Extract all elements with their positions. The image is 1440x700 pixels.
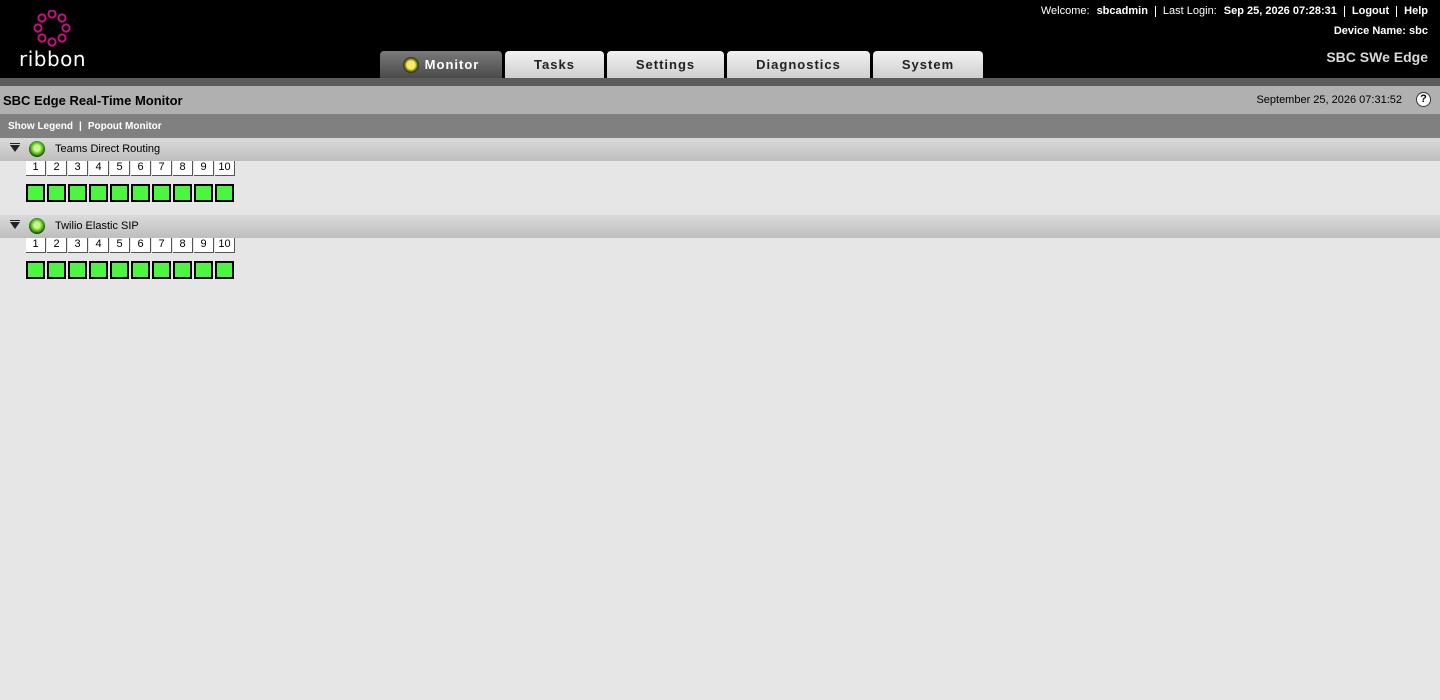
- action-separator: |: [79, 121, 82, 132]
- channel-status-box[interactable]: [152, 184, 171, 202]
- divider: [1154, 5, 1156, 17]
- monitor-status-icon: [402, 56, 419, 73]
- channel-number: 3: [68, 238, 88, 253]
- tab-settings-label: Settings: [635, 57, 696, 72]
- popout-monitor-link[interactable]: Popout Monitor: [88, 121, 162, 132]
- tab-monitor[interactable]: Monitor: [380, 51, 502, 78]
- channel-number-row: 1 2 3 4 5 6 7 8 9 10: [26, 161, 236, 176]
- channel-status-box[interactable]: [26, 261, 45, 279]
- channel-number: 6: [131, 161, 151, 176]
- collapse-toggle-icon[interactable]: [10, 143, 20, 152]
- logout-link[interactable]: Logout: [1352, 5, 1389, 17]
- tab-monitor-label: Monitor: [424, 57, 480, 72]
- channel-status-box[interactable]: [47, 184, 66, 202]
- channel-status-box[interactable]: [215, 261, 234, 279]
- channel-number: 6: [131, 238, 151, 253]
- channel-number-row: 1 2 3 4 5 6 7 8 9 10: [26, 238, 236, 253]
- channel-status-box[interactable]: [26, 184, 45, 202]
- channel-status-box[interactable]: [89, 261, 108, 279]
- channel-number: 4: [89, 161, 109, 176]
- channel-status-box[interactable]: [68, 261, 87, 279]
- help-link[interactable]: Help: [1404, 5, 1428, 17]
- channel-number: 8: [173, 161, 193, 176]
- title-bar: SBC Edge Real-Time Monitor September 25,…: [0, 86, 1440, 114]
- channel-status-box[interactable]: [152, 261, 171, 279]
- channel-status-row: [26, 184, 236, 202]
- device-name: Device Name: sbc: [1334, 25, 1428, 37]
- channel-status-box[interactable]: [110, 184, 129, 202]
- tab-tasks-label: Tasks: [534, 57, 575, 72]
- channel-status-box[interactable]: [173, 261, 192, 279]
- channel-status-box[interactable]: [194, 261, 213, 279]
- channel-status-box[interactable]: [89, 184, 108, 202]
- channel-status-box[interactable]: [131, 184, 150, 202]
- channel-number: 5: [110, 161, 130, 176]
- current-datetime: September 25, 2026 07:31:52: [1256, 94, 1402, 106]
- product-name: SBC SWe Edge: [1326, 49, 1428, 65]
- device-name-value: sbc: [1409, 25, 1428, 37]
- channel-status-box[interactable]: [68, 184, 87, 202]
- channel-number: 1: [26, 238, 46, 253]
- channel-number: 4: [89, 238, 109, 253]
- action-bar: Show Legend | Popout Monitor: [0, 114, 1440, 139]
- tab-tasks[interactable]: Tasks: [505, 51, 604, 78]
- channel-number: 7: [152, 238, 172, 253]
- group-header-teams-direct-routing: Teams Direct Routing: [0, 138, 1440, 161]
- group-name: Twilio Elastic SIP: [55, 220, 139, 232]
- tab-diagnostics[interactable]: Diagnostics: [727, 51, 870, 78]
- tab-system-label: System: [901, 57, 955, 72]
- channel-number: 8: [173, 238, 193, 253]
- channel-status-box[interactable]: [47, 261, 66, 279]
- divider: [1343, 5, 1345, 17]
- divider: [1396, 5, 1398, 17]
- channel-number: 2: [47, 161, 67, 176]
- tab-settings[interactable]: Settings: [607, 51, 724, 78]
- channel-number: 7: [152, 161, 172, 176]
- status-ok-icon: [29, 218, 45, 234]
- last-login-value: Sep 25, 2026 07:28:31: [1223, 5, 1337, 17]
- page-title: SBC Edge Real-Time Monitor: [3, 93, 183, 108]
- channel-number: 2: [47, 238, 67, 253]
- username: sbcadmin: [1096, 5, 1148, 17]
- last-login-label: Last Login:: [1162, 5, 1217, 17]
- user-bar: Welcome: sbcadmin Last Login: Sep 25, 20…: [1041, 4, 1428, 18]
- channel-status-row: [26, 261, 236, 279]
- logo-text: ribbon: [19, 47, 87, 71]
- channel-status-box[interactable]: [194, 184, 213, 202]
- channel-status-box[interactable]: [173, 184, 192, 202]
- collapse-toggle-icon[interactable]: [10, 220, 20, 229]
- header: ribbon Welcome: sbcadmin Last Login: Sep…: [0, 0, 1440, 78]
- welcome-label: Welcome:: [1040, 5, 1090, 17]
- tab-underline-bar: [0, 78, 1440, 86]
- channel-status-box[interactable]: [131, 261, 150, 279]
- channel-status-box[interactable]: [215, 184, 234, 202]
- help-icon[interactable]: ?: [1416, 92, 1431, 107]
- channel-number: 9: [194, 238, 214, 253]
- channel-number: 10: [215, 161, 235, 176]
- tab-system[interactable]: System: [873, 51, 983, 78]
- device-name-label: Device Name:: [1333, 25, 1406, 37]
- show-legend-link[interactable]: Show Legend: [8, 121, 73, 132]
- channel-number: 3: [68, 161, 88, 176]
- channel-number: 9: [194, 161, 214, 176]
- tab-diagnostics-label: Diagnostics: [756, 57, 841, 72]
- channel-status-box[interactable]: [110, 261, 129, 279]
- group-header-twilio-elastic-sip: Twilio Elastic SIP: [0, 215, 1440, 238]
- group-name: Teams Direct Routing: [55, 143, 161, 155]
- status-ok-icon: [29, 141, 45, 157]
- channel-number: 10: [215, 238, 235, 253]
- channel-number: 5: [110, 238, 130, 253]
- channel-number: 1: [26, 161, 46, 176]
